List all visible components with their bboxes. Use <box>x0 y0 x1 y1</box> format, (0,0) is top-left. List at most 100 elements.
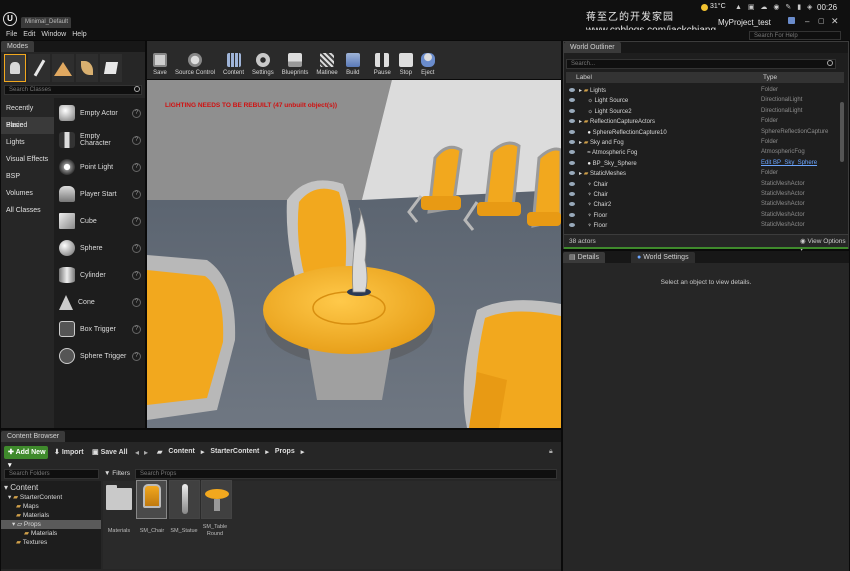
asset-sm-table-round[interactable] <box>201 480 232 519</box>
help-icon[interactable]: ? <box>132 108 141 118</box>
visibility-eye-icon[interactable] <box>569 192 575 196</box>
help-icon[interactable]: ? <box>132 297 141 307</box>
outliner-row[interactable]: ▸ ▰ Lights Folder <box>566 85 844 95</box>
visibility-eye-icon[interactable] <box>569 98 575 103</box>
outliner-row[interactable]: ♆ Floor StaticMeshActor <box>566 220 844 230</box>
visibility-eye-icon[interactable] <box>569 119 575 124</box>
category-lights[interactable]: Lights <box>1 134 54 151</box>
outliner-row[interactable]: ♆ Chair StaticMeshActor <box>566 189 844 199</box>
menu-help[interactable]: Help <box>72 30 86 40</box>
eject-button[interactable]: Eject <box>417 41 439 79</box>
help-icon[interactable]: ? <box>132 189 141 199</box>
column-type[interactable]: Type <box>763 72 777 83</box>
tab-world-settings[interactable]: ● World Settings <box>631 252 695 263</box>
outliner-row[interactable]: ♆ Floor StaticMeshActor <box>566 210 844 220</box>
minimize-button[interactable]: – <box>805 17 809 26</box>
place-mode-icon[interactable] <box>4 54 26 82</box>
class-item[interactable]: Empty Character? <box>55 127 145 153</box>
geometry-mode-icon[interactable] <box>100 54 122 82</box>
matinee-button[interactable]: Matinee <box>312 41 341 79</box>
class-item[interactable]: Sphere Trigger? <box>55 343 145 369</box>
help-icon[interactable]: ? <box>132 135 141 145</box>
tree-item-content[interactable]: ▾ Content <box>4 483 38 492</box>
close-button[interactable]: ✕ <box>831 16 839 27</box>
class-item[interactable]: Cylinder? <box>55 262 145 288</box>
notification-icon[interactable] <box>788 17 795 24</box>
level-viewport[interactable]: LIGHTING NEEDS TO BE REBUILT (47 unbuilt… <box>147 80 561 428</box>
search-props-input[interactable]: Search Props <box>135 469 557 479</box>
visibility-eye-icon[interactable] <box>569 181 575 186</box>
visibility-eye-icon[interactable] <box>569 223 575 228</box>
filters-button[interactable]: ▼ Filters ▾ <box>104 468 133 488</box>
tab-details[interactable]: ▤ Details <box>563 252 605 263</box>
asset-sm-chair[interactable] <box>136 480 167 519</box>
import-button[interactable]: ⬇ Import <box>54 448 84 456</box>
outliner-row[interactable]: ▸ ▰ ReflectionCaptureActors Folder <box>566 116 844 126</box>
history-forward-button[interactable]: ▸ <box>144 448 148 457</box>
class-item[interactable]: Cone? <box>55 289 145 315</box>
tree-item-materials[interactable]: ▰ Materials <box>16 511 49 520</box>
visibility-eye-icon[interactable] <box>569 88 575 92</box>
paint-mode-icon[interactable] <box>28 54 50 82</box>
tree-item-props-materials[interactable]: ▰ Materials <box>24 529 57 538</box>
breadcrumb-startercontent[interactable]: StarterContent <box>210 448 259 456</box>
tab-content-browser[interactable]: Content Browser <box>1 431 66 442</box>
outliner-scrollbar[interactable] <box>840 102 844 162</box>
search-classes-input[interactable]: Search Classes <box>4 85 142 95</box>
outliner-row[interactable]: ▸ ▰ StaticMeshes Folder <box>566 168 844 178</box>
visibility-eye-icon[interactable] <box>569 160 575 165</box>
help-icon[interactable]: ? <box>132 216 141 226</box>
edit-blueprint-link[interactable]: Edit BP_Sky_Sphere <box>761 158 817 168</box>
outliner-row[interactable]: ● BP_Sky_Sphere Edit BP_Sky_Sphere <box>566 158 844 168</box>
folder-materials-icon[interactable] <box>106 488 132 510</box>
outliner-row[interactable]: ♆ Chair StaticMeshActor <box>566 179 844 189</box>
add-new-button[interactable]: ✚ Add New ▾ <box>4 446 48 469</box>
source-control-button[interactable]: Source Control <box>171 41 219 79</box>
outliner-row[interactable]: ▸ ▰ Sky and Fog Folder <box>566 137 844 147</box>
landscape-mode-icon[interactable] <box>52 54 74 82</box>
settings-button[interactable]: Settings <box>248 41 278 79</box>
outliner-row[interactable]: ♆ Chair2 StaticMeshActor <box>566 199 844 209</box>
tree-item-props[interactable]: ▾ ▱ Props <box>1 520 101 529</box>
visibility-eye-icon[interactable] <box>569 129 575 134</box>
category-recently-placed[interactable]: Recently Placed <box>1 100 54 129</box>
class-item[interactable]: Box Trigger? <box>55 316 145 342</box>
outliner-row[interactable]: ● SphereReflectionCapture10 SphereReflect… <box>566 127 844 137</box>
outliner-row[interactable]: ≈ Atmospheric Fog AtmosphericFog <box>566 147 844 157</box>
visibility-eye-icon[interactable] <box>569 202 575 207</box>
stop-button[interactable]: Stop <box>395 41 417 79</box>
outliner-search-input[interactable]: Search... <box>566 59 836 69</box>
help-search-input[interactable]: Search For Help <box>749 31 841 40</box>
blueprints-button[interactable]: Blueprints <box>278 41 313 79</box>
content-button[interactable]: Content <box>219 41 248 79</box>
help-icon[interactable]: ? <box>132 351 141 361</box>
asset-sm-statue[interactable] <box>169 480 200 519</box>
visibility-eye-icon[interactable] <box>569 212 575 217</box>
build-button[interactable]: Build <box>342 41 364 79</box>
class-item[interactable]: Point Light? <box>55 154 145 180</box>
tree-item-maps[interactable]: ▰ Maps <box>16 502 39 511</box>
class-item[interactable]: Cube? <box>55 208 145 234</box>
breadcrumb-props[interactable]: Props <box>275 448 295 456</box>
visibility-eye-icon[interactable] <box>569 140 575 144</box>
tree-item-startercontent[interactable]: ▾ ▰ StarterContent <box>8 493 62 502</box>
category-visual-effects[interactable]: Visual Effects <box>1 151 54 168</box>
category-basic[interactable]: Basic <box>1 117 54 134</box>
tab-world-outliner[interactable]: World Outliner <box>564 42 621 53</box>
menu-window[interactable]: Window <box>41 30 66 40</box>
search-folders-input[interactable]: Search Folders <box>4 469 99 479</box>
maximize-button[interactable]: ▢ <box>818 17 825 25</box>
category-volumes[interactable]: Volumes <box>1 185 54 202</box>
outliner-row[interactable]: ☼ Light Source2 DirectionalLight <box>566 106 844 116</box>
class-item[interactable]: Empty Actor? <box>55 100 145 126</box>
level-tab[interactable]: Minimal_Default <box>21 17 71 28</box>
tab-modes[interactable]: Modes <box>1 41 35 52</box>
menu-edit[interactable]: Edit <box>23 30 35 40</box>
help-icon[interactable]: ? <box>132 243 141 253</box>
history-back-button[interactable]: ◂ <box>135 448 139 457</box>
breadcrumb-content[interactable]: Content <box>168 448 194 456</box>
save-all-button[interactable]: ▣ Save All <box>92 448 128 456</box>
class-item[interactable]: Sphere? <box>55 235 145 261</box>
outliner-row[interactable]: ☼ Light Source DirectionalLight <box>566 95 844 105</box>
class-item[interactable]: Player Start? <box>55 181 145 207</box>
